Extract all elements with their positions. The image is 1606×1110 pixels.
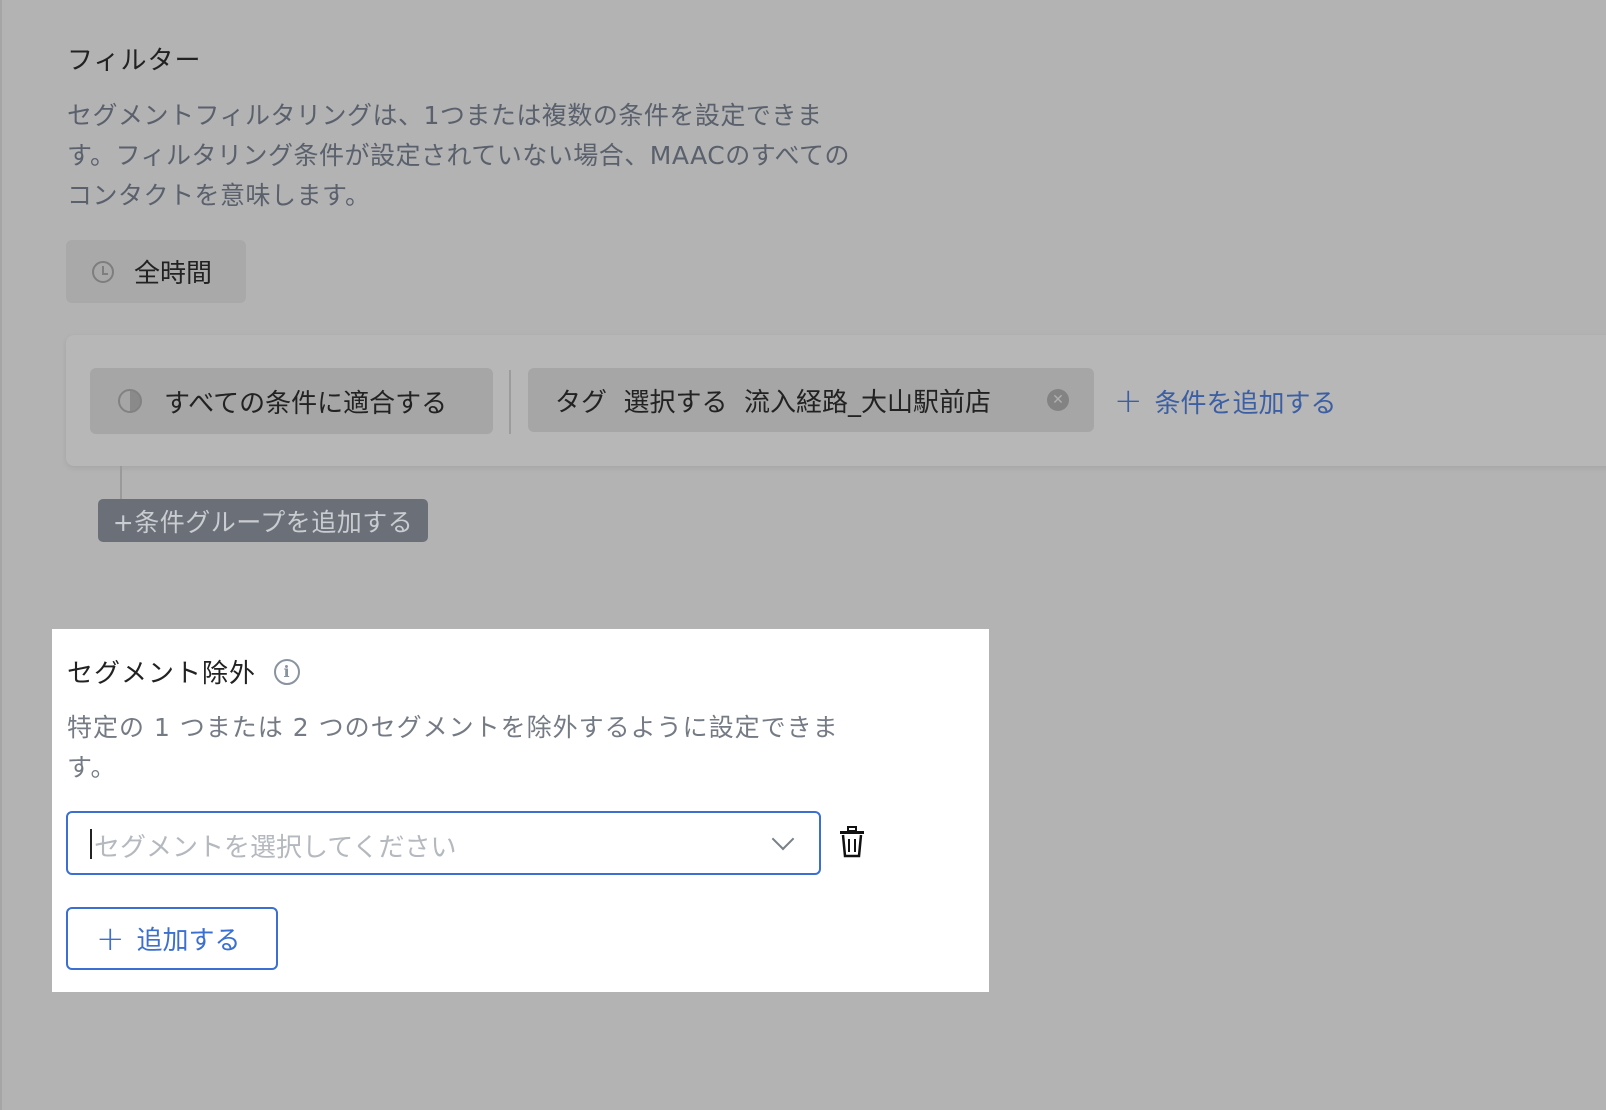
add-exclusion-button[interactable]: + 追加する <box>66 907 278 970</box>
segment-exclusion-panel: セグメント除外 i 特定の 1 つまたは 2 つのセグメントを除外するように設定… <box>52 629 989 992</box>
tag-condition-chip[interactable]: タグ 選択する 流入経路_大山駅前店 ✕ <box>528 368 1094 432</box>
trash-icon[interactable] <box>838 826 866 858</box>
exclusion-description: 特定の 1 つまたは 2 つのセグメントを除外するように設定できます。 <box>67 713 839 782</box>
exclusion-title: セグメント除外 <box>67 659 257 689</box>
add-exclusion-label: 追加する <box>136 926 241 956</box>
vertical-divider <box>509 370 511 434</box>
text-cursor <box>90 829 92 859</box>
time-range-label: 全時間 <box>134 259 213 289</box>
time-range-chip[interactable]: 全時間 <box>66 240 246 303</box>
tag-condition-label: タグ 選択する 流入経路_大山駅前店 <box>555 387 992 418</box>
match-all-chip[interactable]: すべての条件に適合する <box>90 368 493 434</box>
segment-select-placeholder: セグメントを選択してください <box>94 833 457 863</box>
segment-select[interactable]: セグメントを選択してください <box>66 811 821 875</box>
exclusion-title-row: セグメント除外 i <box>67 653 301 690</box>
clock-icon <box>92 260 114 283</box>
match-all-label: すべての条件に適合する <box>164 388 448 419</box>
group-connector-line <box>120 466 122 500</box>
left-edge-divider <box>0 0 2 1110</box>
half-circle-icon <box>118 389 142 413</box>
chevron-down-icon <box>771 827 795 851</box>
condition-group: すべての条件に適合する タグ 選択する 流入経路_大山駅前店 ✕ + 条件を追加… <box>66 335 1606 466</box>
filter-title: フィルター <box>67 46 202 76</box>
add-condition-button[interactable]: + 条件を追加する <box>1114 368 1337 434</box>
add-condition-group-button[interactable]: +条件グループを追加する <box>98 499 428 542</box>
plus-icon: + <box>1114 381 1143 421</box>
info-icon[interactable]: i <box>274 658 301 685</box>
plus-icon: + <box>96 918 125 959</box>
remove-condition-icon[interactable]: ✕ <box>1047 389 1069 411</box>
filter-description: セグメントフィルタリングは、1つまたは複数の条件を設定できます。フィルタリング条… <box>67 101 850 210</box>
add-condition-label: 条件を追加する <box>1154 388 1337 419</box>
